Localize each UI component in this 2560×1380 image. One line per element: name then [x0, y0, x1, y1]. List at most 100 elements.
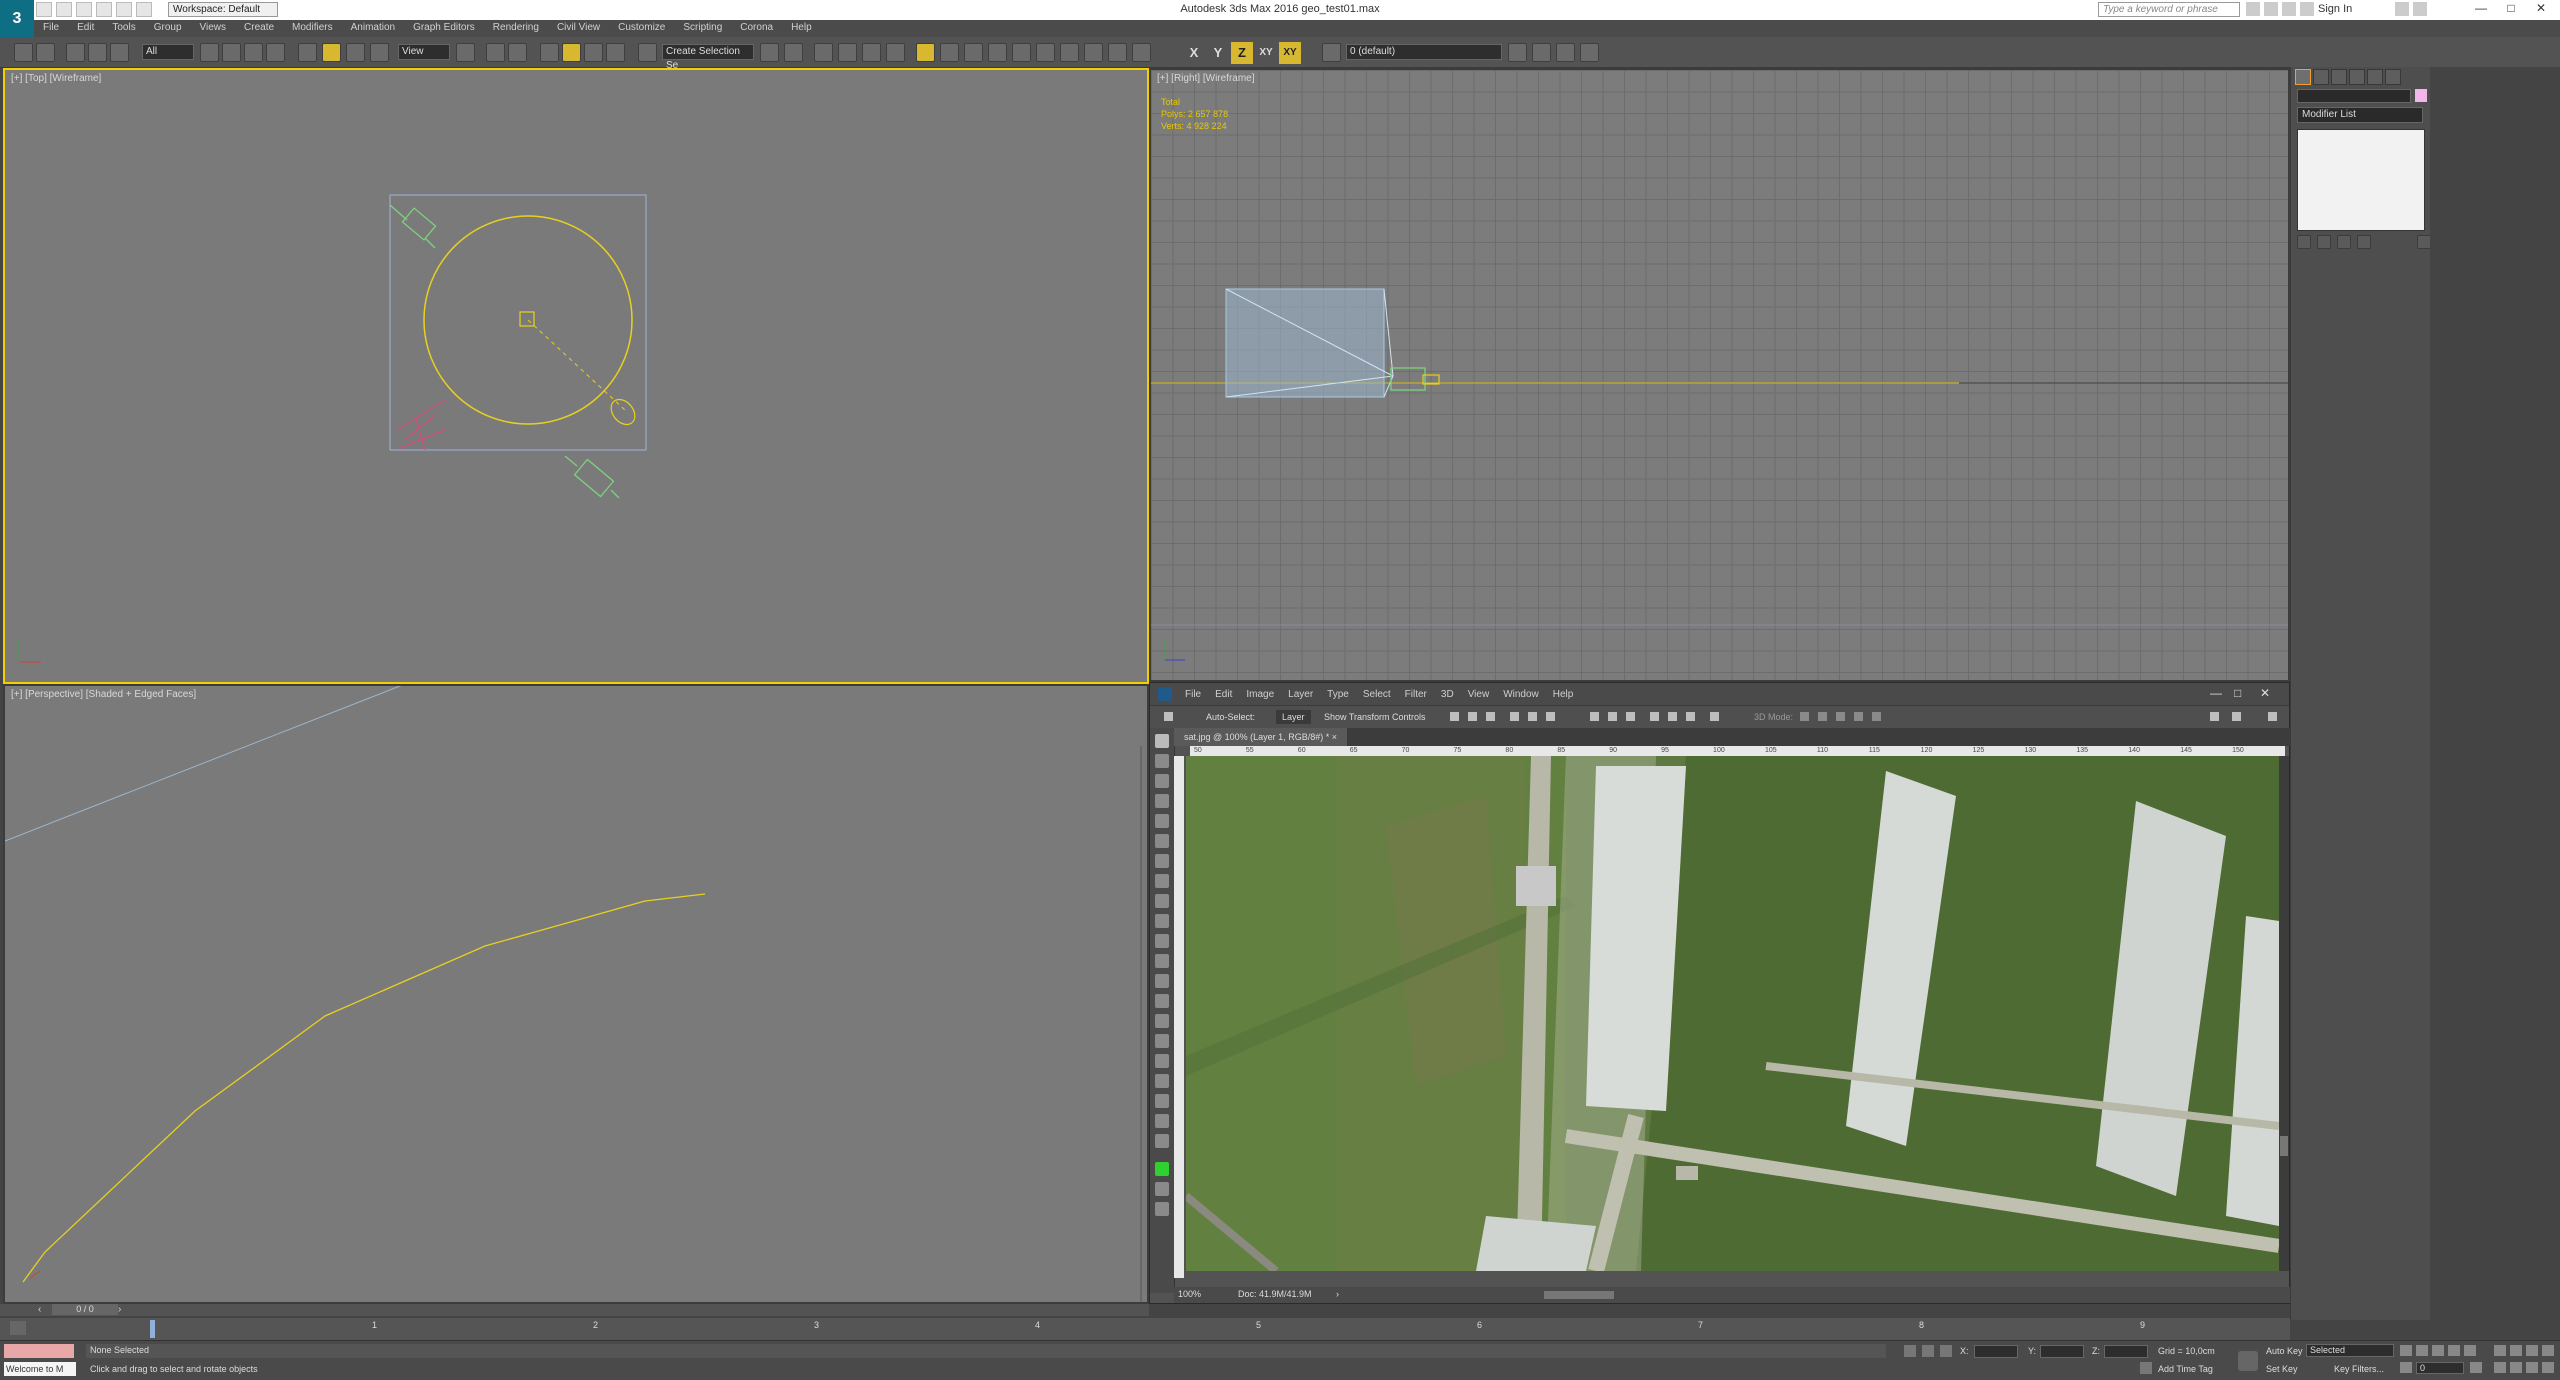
motion-tab-icon[interactable]	[2349, 69, 2365, 85]
ps-maximize-icon[interactable]: □	[2234, 686, 2241, 700]
maxscript-listener-mini[interactable]	[4, 1344, 74, 1358]
z-coordinate-field[interactable]	[2104, 1345, 2148, 1358]
link-icon[interactable]	[66, 43, 85, 62]
menu-file[interactable]: File	[34, 20, 68, 37]
modifier-list-dropdown[interactable]: Modifier List	[2297, 107, 2423, 123]
key-selection-dropdown[interactable]: Selected	[2306, 1344, 2394, 1357]
subscription-icon[interactable]	[2264, 2, 2278, 16]
select-move-icon[interactable]	[298, 43, 317, 62]
auto-select-checkbox[interactable]: Auto-Select:	[1206, 710, 1255, 724]
track-bar[interactable]: 1 2 3 4 5 6 7 8 9	[0, 1318, 2290, 1340]
ps-menu-layer[interactable]: Layer	[1281, 689, 1320, 700]
quick-select-tool-button[interactable]	[1155, 794, 1169, 808]
binoculars-icon[interactable]	[2246, 2, 2260, 16]
distribute-vcenter-icon[interactable]	[1608, 712, 1617, 721]
key-filters-button[interactable]: Key Filters...	[2334, 1364, 2384, 1374]
vertical-scrollbar-thumb[interactable]	[2280, 1136, 2288, 1156]
modifier-stack[interactable]	[2297, 129, 2425, 231]
ps-menu-select[interactable]: Select	[1356, 689, 1398, 700]
axis-z-button[interactable]: Z	[1231, 42, 1253, 64]
zoom-all-icon[interactable]	[2510, 1345, 2522, 1356]
create-tab-icon[interactable]	[2295, 69, 2311, 85]
eyedropper-tool-button[interactable]	[1155, 834, 1169, 848]
gradient-tool-button[interactable]	[1155, 954, 1169, 968]
toggle-layer-explorer-icon[interactable]	[838, 43, 857, 62]
time-configuration-icon[interactable]	[2470, 1362, 2482, 1373]
3d-scale-icon[interactable]	[1872, 712, 1881, 721]
current-frame-field[interactable]: 0	[2416, 1362, 2464, 1374]
user-icon[interactable]	[2300, 2, 2314, 16]
healing-tool-button[interactable]	[1155, 854, 1169, 868]
display-tab-icon[interactable]	[2367, 69, 2383, 85]
menu-civil-view[interactable]: Civil View	[548, 20, 609, 37]
menu-create[interactable]: Create	[235, 20, 283, 37]
status-menu-arrow-icon[interactable]: ›	[1336, 1289, 1339, 1299]
set-key-button[interactable]: Set Key	[2266, 1364, 2298, 1374]
distribute-bottom-icon[interactable]	[1626, 712, 1635, 721]
time-tag-icon[interactable]	[2140, 1362, 2152, 1374]
blur-tool-button[interactable]	[1155, 974, 1169, 988]
hierarchy-tab-icon[interactable]	[2331, 69, 2347, 85]
align-bottom-icon[interactable]	[1486, 712, 1495, 721]
percent-snap-icon[interactable]	[584, 43, 603, 62]
search-input[interactable]: Type a keyword or phrase	[2098, 2, 2240, 17]
menu-scripting[interactable]: Scripting	[674, 20, 731, 37]
time-slider-thumb[interactable]: 0 / 0	[52, 1304, 118, 1315]
utilities-tab-icon[interactable]	[2385, 69, 2401, 85]
marquee-tool-button[interactable]	[1155, 754, 1169, 768]
app-logo-icon[interactable]: 3	[0, 0, 34, 38]
select-by-name-icon[interactable]	[222, 43, 241, 62]
menu-modifiers[interactable]: Modifiers	[283, 20, 342, 37]
pin-stack-icon[interactable]	[2297, 235, 2311, 249]
maxscript-listener-output[interactable]: Welcome to M	[4, 1362, 76, 1376]
align-right-icon[interactable]	[1546, 712, 1555, 721]
mini-curve-editor-icon[interactable]	[10, 1321, 26, 1335]
keyboard-shortcut-toggle-icon[interactable]	[508, 43, 527, 62]
auto-key-button[interactable]: Auto Key	[2266, 1346, 2303, 1356]
named-selection-dropdown[interactable]: Create Selection Se	[662, 44, 754, 71]
close-icon[interactable]: ✕	[2530, 1, 2552, 18]
menu-corona[interactable]: Corona	[731, 20, 782, 37]
make-unique-icon[interactable]	[2337, 235, 2351, 249]
distribute-hcenter-icon[interactable]	[1668, 712, 1677, 721]
path-selection-tool-button[interactable]	[1155, 1054, 1169, 1068]
ps-menu-file[interactable]: File	[1178, 689, 1208, 700]
show-end-result-icon[interactable]	[2317, 235, 2331, 249]
ps-menu-window[interactable]: Window	[1496, 689, 1546, 700]
create-layer-icon[interactable]	[1508, 43, 1527, 62]
align-top-icon[interactable]	[1450, 712, 1459, 721]
axis-xy-button[interactable]: XY	[1255, 42, 1277, 64]
menu-group[interactable]: Group	[145, 20, 191, 37]
render-activeshade-icon[interactable]	[1060, 43, 1079, 62]
render-iterative-icon[interactable]	[1036, 43, 1055, 62]
current-frame-marker[interactable]	[150, 1320, 155, 1338]
object-name-input[interactable]	[2297, 89, 2411, 103]
quick-mask-button[interactable]	[1155, 1182, 1169, 1196]
orbit-icon[interactable]	[2526, 1362, 2538, 1373]
absolute-mode-icon[interactable]	[1940, 1345, 1952, 1357]
dodge-tool-button[interactable]	[1155, 994, 1169, 1008]
next-frame-arrow-icon[interactable]: ›	[118, 1304, 121, 1315]
undo-button[interactable]	[14, 43, 33, 62]
menu-edit[interactable]: Edit	[68, 20, 103, 37]
3d-rotate-icon[interactable]	[1800, 712, 1809, 721]
pan-view-icon[interactable]	[2510, 1362, 2522, 1373]
angle-snap-icon[interactable]	[562, 43, 581, 62]
menu-rendering[interactable]: Rendering	[484, 20, 548, 37]
ps-menu-help[interactable]: Help	[1546, 689, 1581, 700]
3d-roll-icon[interactable]	[1818, 712, 1827, 721]
show-transform-controls-checkbox[interactable]: Show Transform Controls	[1324, 710, 1426, 724]
distribute-left-icon[interactable]	[1650, 712, 1659, 721]
placement-icon[interactable]	[370, 43, 389, 62]
y-coordinate-field[interactable]	[2040, 1345, 2084, 1358]
maximize-icon[interactable]: □	[2500, 1, 2522, 18]
time-slider[interactable]: 0 / 0 ‹ ›	[0, 1304, 1149, 1316]
play-icon[interactable]	[2432, 1345, 2444, 1356]
viewport-right[interactable]: [+] [Right] [Wireframe] Total Polys: 2 6…	[1149, 68, 2290, 682]
3d-pan-icon[interactable]	[1836, 712, 1845, 721]
select-in-layer-icon[interactable]	[1556, 43, 1575, 62]
isolate-selection-icon[interactable]	[1904, 1345, 1916, 1357]
select-object-icon[interactable]	[200, 43, 219, 62]
render-production-icon[interactable]	[1012, 43, 1031, 62]
clone-stamp-tool-button[interactable]	[1155, 894, 1169, 908]
